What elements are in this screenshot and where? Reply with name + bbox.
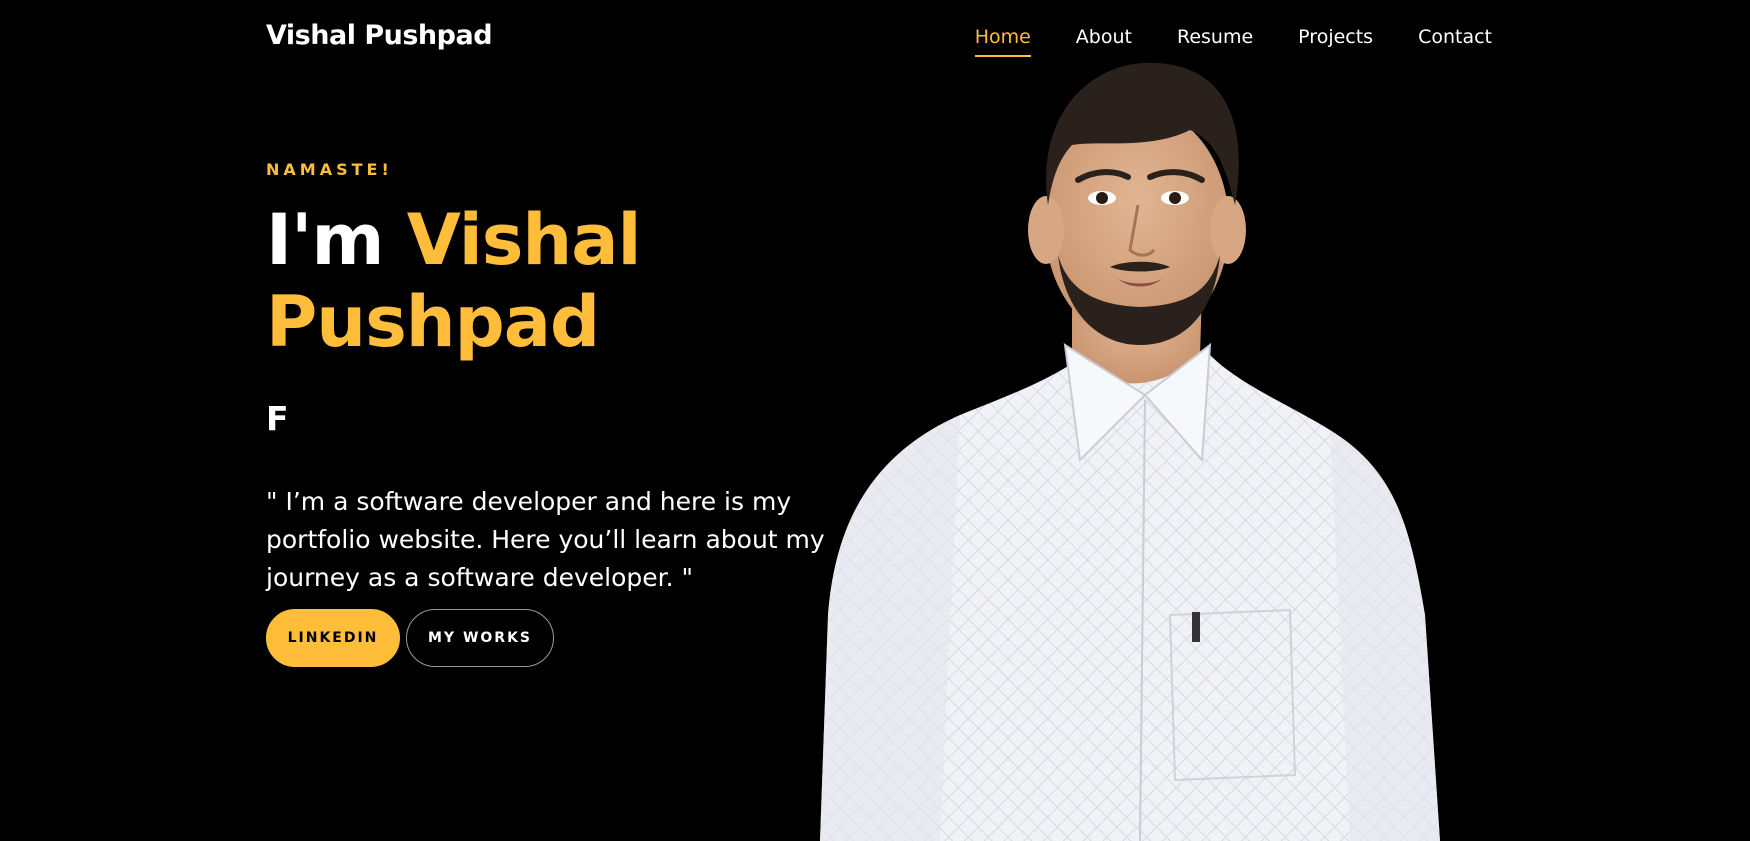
page: Vishal Pushpad Home About Resume Project… xyxy=(0,0,1750,841)
linkedin-button[interactable]: LINKEDIN xyxy=(266,609,400,667)
brand-logo[interactable]: Vishal Pushpad xyxy=(266,20,493,51)
nav-item-projects[interactable]: Projects xyxy=(1298,26,1373,57)
hero-section: NAMASTE! I'm Vishal Pushpad F " I’m a so… xyxy=(266,160,826,667)
nav-item-about[interactable]: About xyxy=(1076,26,1132,57)
hero-title-name-last: Pushpad xyxy=(266,281,600,363)
person-portrait-image xyxy=(820,62,1440,841)
hero-title: I'm Vishal Pushpad xyxy=(266,199,826,363)
my-works-button[interactable]: MY WORKS xyxy=(406,609,554,667)
typing-text: F xyxy=(266,399,289,438)
hero-quote: " I’m a software developer and here is m… xyxy=(266,487,825,592)
hero-greeting: NAMASTE! xyxy=(266,160,393,179)
nav-item-home[interactable]: Home xyxy=(974,26,1031,57)
main-nav: Home About Resume Projects Contact xyxy=(974,26,1492,57)
nav-item-resume[interactable]: Resume xyxy=(1177,26,1253,57)
hero-title-name-first: Vishal xyxy=(406,199,642,281)
hero-title-prefix: I'm xyxy=(266,199,384,281)
hero-buttons: LINKEDIN MY WORKS xyxy=(266,609,826,667)
nav-item-contact[interactable]: Contact xyxy=(1418,26,1492,57)
